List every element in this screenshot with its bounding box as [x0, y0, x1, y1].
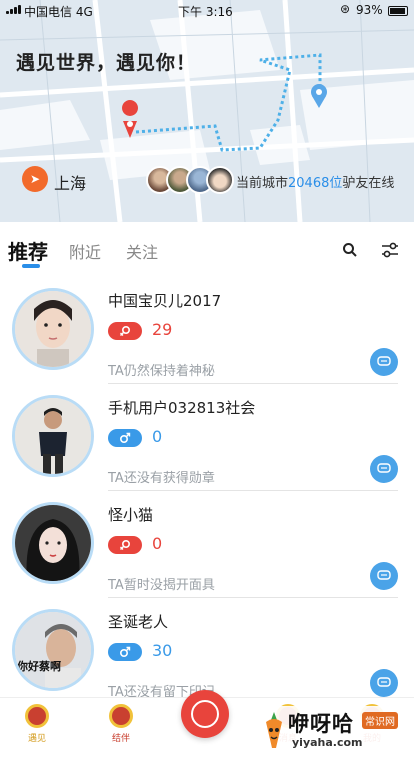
battery-percent: 93%	[356, 3, 383, 17]
list-item[interactable]: 怪小猫 0 TA暂时没揭开面具	[0, 496, 414, 602]
carrier-label: 中国电信 4G	[24, 5, 93, 19]
user-avatar[interactable]: 你好蔡啊	[12, 609, 94, 691]
active-tab-indicator	[22, 264, 40, 268]
online-suffix: 驴友在线	[342, 176, 395, 191]
user-note: TA还没有获得勋章	[108, 471, 215, 486]
online-count: 20468位	[288, 176, 343, 191]
filter-icon[interactable]	[378, 238, 402, 262]
online-avatars[interactable]	[146, 166, 238, 194]
user-note: TA仍然保持着神秘	[108, 364, 215, 379]
photo-caption: 你好蔡啊	[16, 659, 61, 673]
female-icon	[120, 539, 131, 550]
watermark: 咿呀哈 常识网 yiyaha.com	[262, 706, 412, 758]
list-item[interactable]: 手机用户032813社会 0 TA还没有获得勋章	[0, 389, 414, 495]
male-icon	[119, 432, 131, 444]
clock: 下午 3:16	[178, 5, 233, 19]
user-level: 0	[152, 534, 163, 553]
female-gender-badge	[108, 536, 142, 554]
city-label[interactable]: 上海	[54, 170, 86, 194]
chat-button[interactable]	[370, 669, 398, 697]
female-icon	[120, 325, 131, 336]
publish-button[interactable]	[181, 690, 229, 738]
nav-label: 遇见	[27, 734, 46, 744]
meet-icon	[25, 704, 49, 728]
avatar	[206, 166, 234, 194]
list-item[interactable]: 中国宝贝儿2017 29 TA仍然保持着神秘	[0, 282, 414, 388]
online-prefix: 当前城市	[236, 176, 289, 191]
chat-bubble-icon	[377, 677, 391, 687]
chat-button[interactable]	[370, 562, 398, 590]
watermark-brand: 咿呀哈	[288, 712, 354, 736]
user-avatar[interactable]	[12, 288, 94, 370]
feed-tabs: 推荐 附近 关注	[0, 222, 414, 278]
female-gender-badge	[108, 322, 142, 340]
status-bar: 中国电信 4G 下午 3:16 ⊛ 93%	[0, 0, 414, 20]
watermark-tag: 常识网	[362, 712, 398, 729]
chat-bubble-icon	[377, 570, 391, 580]
companion-icon	[109, 704, 133, 728]
tab-recommend[interactable]: 推荐	[8, 236, 48, 265]
chat-bubble-icon	[377, 463, 391, 473]
lock-rotation-icon: ⊛	[340, 2, 351, 16]
male-gender-badge	[108, 429, 142, 447]
divider	[108, 597, 398, 598]
chat-button[interactable]	[370, 348, 398, 376]
user-name[interactable]: 中国宝贝儿2017	[108, 290, 221, 311]
nav-label: 结伴	[111, 734, 130, 744]
male-gender-badge	[108, 643, 142, 661]
nav-meet[interactable]: 遇见	[7, 704, 67, 744]
tab-following[interactable]: 关注	[126, 239, 158, 263]
location-arrow-icon[interactable]: ➤	[22, 166, 48, 192]
online-count-text: 当前城市20468位驴友在线	[236, 172, 394, 191]
user-level: 29	[152, 320, 173, 339]
user-avatar[interactable]	[12, 395, 94, 477]
search-icon[interactable]	[338, 238, 362, 262]
chat-button[interactable]	[370, 455, 398, 483]
carrot-mascot-icon	[266, 712, 282, 748]
male-icon	[119, 646, 131, 658]
signal-icon	[6, 5, 21, 14]
battery-icon	[388, 6, 408, 16]
nav-companion[interactable]: 结伴	[91, 704, 151, 744]
tab-nearby[interactable]: 附近	[69, 239, 101, 263]
user-name[interactable]: 手机用户032813社会	[108, 397, 255, 418]
chat-bubble-icon	[377, 356, 391, 366]
user-name[interactable]: 圣诞老人	[108, 611, 168, 632]
user-name[interactable]: 怪小猫	[108, 504, 153, 525]
user-note: TA暂时没揭开面具	[108, 578, 215, 593]
user-level: 0	[152, 427, 163, 446]
slogan: 遇见世界，遇见你！	[16, 52, 197, 74]
watermark-url: yiyaha.com	[292, 736, 363, 749]
user-avatar[interactable]	[12, 502, 94, 584]
divider	[108, 490, 398, 491]
divider	[108, 383, 398, 384]
user-level: 30	[152, 641, 173, 660]
